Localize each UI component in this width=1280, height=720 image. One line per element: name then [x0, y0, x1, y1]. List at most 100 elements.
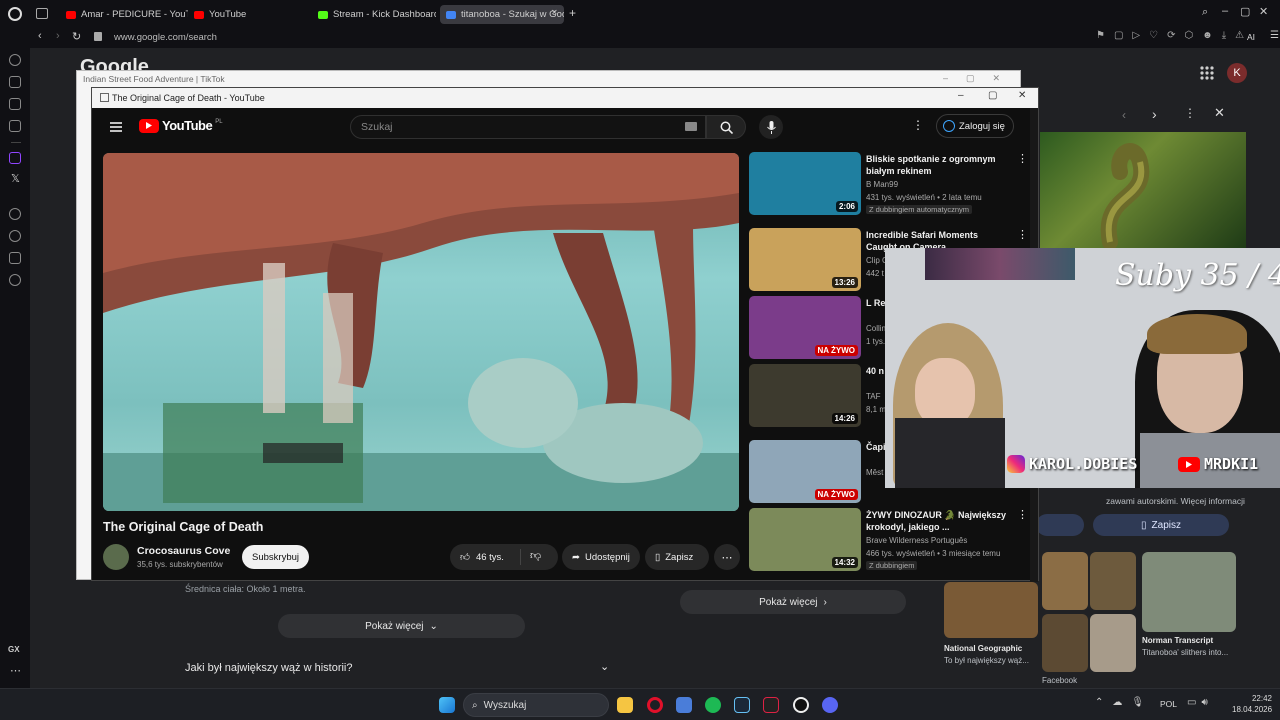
- recommendation-item[interactable]: 14:32 ŻYWY DINOZAUR 🐊 Największy krokodyl…: [749, 508, 1029, 572]
- close-icon[interactable]: ✕: [1018, 90, 1026, 101]
- more-vert-icon[interactable]: ⋮: [1017, 508, 1028, 521]
- history-icon[interactable]: [9, 230, 21, 242]
- mic-button[interactable]: [759, 115, 783, 139]
- date: 18.04.2026: [1232, 705, 1273, 714]
- steam-icon[interactable]: [734, 697, 750, 713]
- obs-icon[interactable]: [793, 697, 809, 713]
- browser-tab[interactable]: Stream - Kick Dashboard: [312, 5, 436, 24]
- more-vert-icon[interactable]: ⋮: [1184, 106, 1196, 120]
- tray-icons[interactable]: ⌃☁🎙︎: [1095, 697, 1153, 708]
- snipping-tool-icon[interactable]: [676, 697, 692, 713]
- spotify-icon[interactable]: [705, 697, 721, 713]
- search-input[interactable]: Szukaj: [350, 115, 706, 139]
- language-indicator[interactable]: POL: [1160, 699, 1177, 709]
- result-thumb[interactable]: [1042, 552, 1088, 610]
- settings-gear-icon[interactable]: [9, 274, 21, 286]
- gx-logo[interactable]: GX: [8, 645, 20, 654]
- chevron-left-icon[interactable]: ‹: [1122, 108, 1126, 122]
- browser-tab[interactable]: titanoboa - Szukaj w Goog: [440, 5, 564, 24]
- browser-tab[interactable]: YouTube: [188, 5, 312, 24]
- new-tab-icon[interactable]: +: [569, 6, 576, 20]
- sidebar-player-icon[interactable]: [9, 98, 21, 110]
- anaconda-image[interactable]: [1040, 132, 1246, 250]
- subscribe-button[interactable]: Subskrybuj: [242, 545, 309, 569]
- chevron-down-icon[interactable]: ⌄: [600, 660, 609, 673]
- sidebar-cleaner-icon[interactable]: [9, 76, 21, 88]
- faq-question[interactable]: Jaki był największy wąż w historii?: [185, 662, 353, 674]
- start-icon[interactable]: [439, 697, 455, 713]
- close-icon[interactable]: ✕: [1214, 105, 1225, 121]
- save-image-button[interactable]: ▯ Zapisz: [1093, 514, 1229, 536]
- save-button[interactable]: ▯ Zapisz: [645, 544, 709, 570]
- reload-icon[interactable]: ↻: [72, 30, 81, 43]
- menu-icon[interactable]: [110, 120, 122, 132]
- network-volume-icons[interactable]: ▭🔊︎: [1187, 697, 1213, 708]
- maximize-icon[interactable]: ▢: [988, 90, 997, 101]
- source-name[interactable]: National Geographic: [944, 644, 1022, 653]
- tab-island-icon[interactable]: [36, 8, 48, 19]
- channel-name[interactable]: Crocosaurus Cove: [137, 545, 230, 557]
- x-twitter-icon[interactable]: 𝕏: [11, 172, 20, 185]
- youtube-logo[interactable]: YouTube PL: [139, 118, 223, 133]
- back-icon[interactable]: ‹: [38, 30, 42, 42]
- signin-button[interactable]: Zaloguj się: [936, 114, 1014, 138]
- url-text[interactable]: www.google.com/search: [114, 32, 217, 43]
- keyboard-icon[interactable]: [685, 122, 697, 131]
- browser-tab[interactable]: Amar - PEDICURE - YouTu: [60, 5, 188, 24]
- more-actions-icon[interactable]: ⋯: [714, 544, 740, 570]
- file-explorer-icon[interactable]: [617, 697, 633, 713]
- result-thumb[interactable]: [944, 582, 1038, 638]
- menu-icon[interactable]: ☰: [1270, 30, 1279, 41]
- result-thumb[interactable]: [1042, 614, 1088, 672]
- sidebar-mail-icon[interactable]: [9, 120, 21, 132]
- result-thumb[interactable]: [1142, 552, 1236, 632]
- minimize-icon[interactable]: –: [958, 90, 964, 101]
- search-button[interactable]: [706, 115, 746, 139]
- more-horiz-icon[interactable]: ⋯: [10, 664, 21, 677]
- maximize-icon[interactable]: ▢: [1240, 5, 1250, 18]
- result-thumb[interactable]: [1090, 614, 1136, 672]
- video-thumbnail[interactable]: NA ŻYWO: [749, 440, 861, 503]
- opera-gx-icon[interactable]: [647, 697, 663, 713]
- ai-button[interactable]: AI: [1247, 32, 1255, 42]
- thumbs-down-icon[interactable]: 👎︎: [530, 549, 541, 562]
- recommendation-item[interactable]: 2:06 Bliskie spotkanie z ogromnym białym …: [749, 152, 1029, 216]
- like-button[interactable]: 👍︎ 46 tys.: [450, 544, 520, 570]
- streamlabs-icon[interactable]: [763, 697, 779, 713]
- video-thumbnail[interactable]: NA ŻYWO: [749, 296, 861, 359]
- video-thumbnail[interactable]: 2:06: [749, 152, 861, 215]
- forward-icon[interactable]: ›: [56, 30, 60, 42]
- sidebar-gx-control-icon[interactable]: [9, 54, 21, 66]
- channel-avatar[interactable]: [103, 544, 129, 570]
- close-icon[interactable]: ✕: [1259, 5, 1268, 18]
- more-vert-icon[interactable]: ⋮: [1017, 228, 1028, 241]
- discord-icon[interactable]: [822, 697, 838, 713]
- window-controls[interactable]: –▢✕: [943, 73, 1018, 84]
- clock[interactable]: 22:42 18.04.2026: [1232, 693, 1272, 715]
- video-thumbnail[interactable]: 14:26: [749, 364, 861, 427]
- show-more-left-button[interactable]: Pokaż więcej ⌄: [278, 614, 525, 638]
- extensions-icon[interactable]: [9, 252, 21, 264]
- sidebar-play-icon[interactable]: [9, 208, 21, 220]
- search-tabs-icon[interactable]: ⌕: [1202, 6, 1208, 19]
- show-more-right-button[interactable]: Pokaż więcej ›: [680, 590, 906, 614]
- result-thumb[interactable]: [1090, 552, 1136, 610]
- taskbar-search[interactable]: ⌕ Wyszukaj: [463, 693, 609, 717]
- opera-logo-icon[interactable]: [8, 7, 22, 21]
- share-button[interactable]: [1036, 514, 1084, 536]
- toolbar-icons[interactable]: ⚑▢▷♡⟳⬡☻⤓⚠: [1096, 30, 1253, 41]
- twitch-icon[interactable]: [9, 152, 21, 164]
- more-vert-icon[interactable]: ⋮: [912, 118, 924, 132]
- account-avatar[interactable]: K: [1227, 63, 1247, 83]
- apps-grid-icon[interactable]: [1198, 64, 1216, 82]
- video-thumbnail[interactable]: 14:32: [749, 508, 861, 571]
- chevron-right-icon[interactable]: ›: [1152, 106, 1157, 122]
- close-tab-icon[interactable]: ✕: [551, 8, 558, 17]
- more-vert-icon[interactable]: ⋮: [1017, 152, 1028, 165]
- video-player[interactable]: [103, 153, 739, 511]
- video-thumbnail[interactable]: 13:26: [749, 228, 861, 291]
- share-button[interactable]: ➦ Udostępnij: [562, 544, 640, 570]
- source-name[interactable]: Facebook: [1042, 676, 1077, 685]
- minimize-icon[interactable]: –: [1222, 5, 1228, 17]
- source-name[interactable]: Norman Transcript: [1142, 636, 1242, 645]
